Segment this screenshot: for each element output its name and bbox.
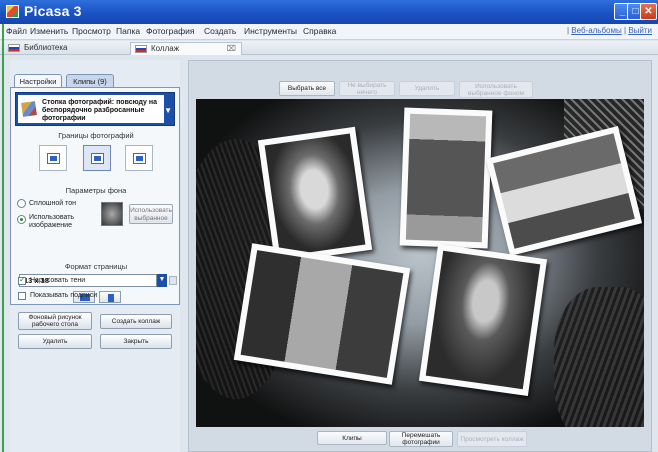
background-hair-bottom-right — [554, 287, 644, 427]
logout-link[interactable]: Выйти — [628, 26, 652, 35]
create-collage-button[interactable]: Создать коллаж — [100, 314, 172, 329]
solid-color-radio[interactable] — [17, 199, 26, 208]
menu-help[interactable]: Справка — [303, 26, 336, 36]
settings-body: Стопка фотографий: повсюду на беспорядоч… — [10, 87, 180, 305]
border-none-button[interactable] — [39, 145, 67, 171]
page-format-label: Формат страницы — [64, 262, 128, 271]
picasa-logo-icon — [6, 5, 19, 18]
document-tabs: Библиотека Коллаж ⌧ — [0, 41, 658, 55]
show-captions-checkbox[interactable] — [18, 292, 26, 300]
collage-photo[interactable] — [399, 107, 493, 249]
shuffle-photos-button[interactable]: Перемешать фотографии — [389, 431, 453, 447]
chevron-down-icon[interactable]: ▼ — [157, 274, 167, 287]
deselect-all-button[interactable]: Не выбирать ничего — [339, 81, 395, 96]
view-collage-button[interactable]: Просмотреть коллаж — [457, 431, 527, 447]
photo-three-girls — [240, 250, 404, 378]
photo-three-women — [493, 133, 635, 249]
discard-button[interactable]: Удалить — [18, 334, 92, 349]
use-selected-button[interactable]: Использовать выбранное — [129, 204, 173, 224]
collage-style-box: Стопка фотографий: повсюду на беспорядоч… — [18, 95, 164, 123]
collage-photo[interactable] — [418, 244, 548, 396]
format-options-icon[interactable] — [169, 276, 177, 285]
border-white-button[interactable] — [83, 145, 111, 171]
close-tab-icon[interactable]: ⌧ — [227, 43, 236, 55]
photo-two-women — [405, 113, 487, 243]
web-albums-link[interactable]: Веб-альбомы — [571, 26, 622, 35]
border-polaroid-button[interactable] — [125, 145, 153, 171]
close-button[interactable]: ✕ — [640, 3, 657, 20]
use-image-label: Использовать изображение — [29, 214, 75, 229]
collage-icon — [135, 45, 147, 53]
library-icon — [8, 44, 20, 52]
tab-clips[interactable]: Клипы (9) — [66, 74, 114, 88]
chevron-down-icon: ▼ — [164, 106, 172, 115]
use-as-background-button[interactable]: Использовать выбранное фоном — [459, 81, 533, 98]
draw-shadows-checkbox[interactable] — [18, 275, 26, 285]
collage-photo[interactable] — [257, 126, 373, 264]
tab-settings[interactable]: Настройки — [14, 74, 62, 88]
collage-photo[interactable] — [233, 243, 411, 385]
border-polaroid-icon — [134, 154, 145, 163]
clips-button[interactable]: Клипы — [317, 431, 387, 445]
account-links: | Веб-альбомы | Выйти — [567, 26, 652, 35]
portrait-icon — [108, 294, 114, 302]
collage-canvas[interactable] — [196, 99, 644, 427]
portrait-button[interactable] — [99, 291, 121, 303]
border-white-icon — [92, 154, 103, 163]
links-separator: | — [566, 26, 570, 35]
tab-collage-label: Коллаж — [151, 44, 180, 53]
menu-view[interactable]: Просмотр — [72, 26, 111, 36]
title-bar: Picasa 3 _ □ ✕ — [0, 0, 658, 24]
draw-shadows-label: Нарисовать тени — [30, 277, 86, 284]
menu-file[interactable]: Файл — [6, 26, 27, 36]
background-thumbnail — [101, 202, 123, 226]
menu-folder[interactable]: Папка — [116, 26, 140, 36]
window-title: Picasa 3 — [24, 3, 82, 19]
select-all-button[interactable]: Выбрать все — [279, 81, 335, 96]
menu-tools[interactable]: Инструменты — [244, 26, 297, 36]
window-edge — [2, 24, 4, 452]
use-image-radio[interactable] — [17, 215, 26, 224]
menu-edit[interactable]: Изменить — [30, 26, 68, 36]
background-label: Параметры фона — [65, 186, 127, 195]
photo-portrait-girl — [264, 133, 366, 257]
collage-workspace: Выбрать все Не выбирать ничего Удалить И… — [188, 60, 652, 452]
links-separator: | — [624, 26, 627, 35]
photo-young-man — [425, 250, 541, 390]
wallpaper-button[interactable]: Фоновый рисунок рабочего стола — [18, 312, 92, 330]
borders-label: Границы фотографий — [58, 131, 134, 140]
collage-style-select[interactable]: Стопка фотографий: повсюду на беспорядоч… — [15, 92, 175, 126]
tab-library-label: Библиотека — [24, 43, 68, 52]
menu-bar: Файл Изменить Просмотр Папка Фотография … — [0, 24, 658, 40]
collage-settings-panel: Настройки Клипы (9) Стопка фотографий: п… — [10, 60, 180, 452]
menu-create[interactable]: Создать — [204, 26, 236, 36]
settings-tabs: Настройки Клипы (9) — [10, 74, 180, 88]
close-collage-button[interactable]: Закрыть — [100, 334, 172, 349]
border-none-icon — [48, 154, 59, 163]
collage-style-label: Стопка фотографий: повсюду на беспорядоч… — [42, 99, 157, 122]
show-captions-label: Показывать подписи — [30, 292, 98, 299]
solid-color-label: Сплошной тон — [29, 200, 77, 207]
collage-photo[interactable] — [485, 126, 643, 256]
menu-photo[interactable]: Фотография — [146, 26, 194, 36]
delete-button[interactable]: Удалить — [399, 81, 455, 96]
tab-collage[interactable]: Коллаж ⌧ — [130, 42, 242, 55]
tab-library[interactable]: Библиотека — [4, 42, 122, 55]
photo-pile-icon — [21, 101, 37, 117]
